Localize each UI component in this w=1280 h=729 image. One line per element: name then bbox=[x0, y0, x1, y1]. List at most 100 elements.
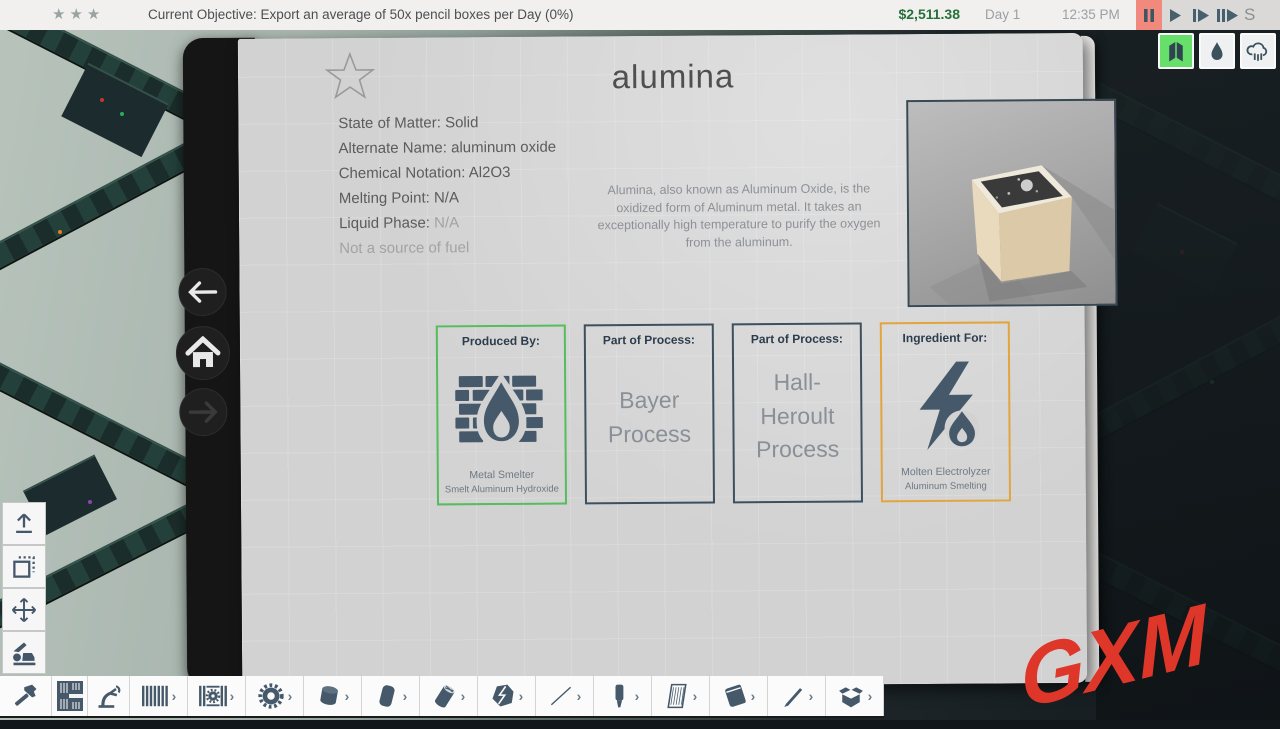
forward-button-disabled[interactable] bbox=[179, 388, 227, 436]
barrel-icon bbox=[315, 682, 343, 710]
smelter-icon-wrap bbox=[453, 348, 550, 470]
export-tool-button[interactable] bbox=[2, 502, 46, 545]
tool-barrel-button[interactable]: › bbox=[304, 676, 362, 716]
tool-block-button[interactable]: › bbox=[362, 676, 420, 716]
move-tool-button[interactable] bbox=[2, 588, 46, 631]
expander-chevron[interactable]: › bbox=[230, 688, 235, 704]
machine-name: Molten Electrolyzer bbox=[901, 466, 990, 479]
expander-chevron[interactable]: › bbox=[809, 688, 814, 704]
speed-indicator[interactable]: S bbox=[1244, 5, 1255, 25]
alumina-box-render bbox=[908, 101, 1117, 307]
tool-floor-plan-button[interactable] bbox=[52, 676, 88, 716]
forward-arrow-icon bbox=[187, 399, 219, 425]
liquid-phase: Liquid Phase: N/A bbox=[339, 211, 557, 237]
scene-shadow bbox=[1096, 30, 1280, 720]
block-icon bbox=[373, 682, 401, 710]
home-button[interactable] bbox=[176, 326, 230, 380]
fast-forward-icon bbox=[1193, 9, 1209, 22]
copy-area-icon bbox=[10, 553, 38, 581]
roller-icon bbox=[431, 682, 459, 710]
tool-hammer-button[interactable] bbox=[0, 676, 52, 716]
pause-button[interactable] bbox=[1136, 0, 1162, 30]
fast-forward-button[interactable] bbox=[1188, 0, 1214, 30]
status-light bbox=[58, 230, 62, 234]
material-description: Alumina, also known as Aluminum Oxide, i… bbox=[589, 180, 889, 252]
expander-chevron[interactable]: › bbox=[345, 688, 350, 704]
alternate-name: Alternate Name: aluminum oxide bbox=[338, 136, 556, 162]
expander-chevron[interactable]: › bbox=[635, 688, 640, 704]
expander-chevron[interactable]: › bbox=[403, 688, 408, 704]
home-icon bbox=[185, 336, 221, 370]
demolish-tool-button[interactable] bbox=[2, 631, 46, 674]
expander-chevron[interactable]: › bbox=[519, 688, 524, 704]
pencil-icon bbox=[779, 682, 807, 710]
paper-sheet-icon bbox=[663, 682, 691, 710]
build-toolbar: › › › › › › bbox=[0, 676, 884, 718]
process-name: Hall-Heroult Process bbox=[734, 345, 861, 501]
expander-chevron[interactable]: › bbox=[751, 688, 756, 704]
playback-controls: S bbox=[1136, 0, 1280, 30]
expander-chevron[interactable]: › bbox=[172, 688, 177, 704]
droplet-icon bbox=[1206, 38, 1228, 64]
rod-icon bbox=[547, 682, 575, 710]
favorite-star-icon[interactable] bbox=[324, 50, 376, 102]
tool-ore-rock-button[interactable]: › bbox=[478, 676, 536, 716]
play-button[interactable] bbox=[1162, 0, 1188, 30]
hammer-icon bbox=[12, 682, 40, 710]
book-icon bbox=[721, 682, 749, 710]
part-of-process-box-2[interactable]: Part of Process: Hall-Heroult Process bbox=[732, 322, 863, 503]
tool-roller-button[interactable]: › bbox=[420, 676, 478, 716]
expander-chevron[interactable]: › bbox=[577, 688, 582, 704]
smoke-cloud-icon bbox=[1245, 38, 1271, 64]
tool-robot-arm-button[interactable] bbox=[88, 676, 130, 716]
tool-conveyor-machine-button[interactable]: › bbox=[188, 676, 246, 716]
page-title: alumina bbox=[493, 57, 853, 98]
melting-point: Melting Point: N/A bbox=[339, 186, 557, 212]
marker-icon bbox=[605, 682, 633, 710]
molten-electrolyzer-icon bbox=[899, 359, 992, 452]
expander-chevron[interactable]: › bbox=[461, 688, 466, 704]
tool-pencil-button[interactable]: › bbox=[768, 676, 826, 716]
copy-area-tool-button[interactable] bbox=[2, 545, 46, 588]
tool-paper-sheet-button[interactable]: › bbox=[652, 676, 710, 716]
export-up-arrow-icon bbox=[10, 510, 38, 538]
box-header: Part of Process: bbox=[603, 333, 695, 348]
water-overlay-button[interactable] bbox=[1199, 33, 1235, 69]
expander-chevron[interactable]: › bbox=[288, 688, 293, 704]
top-bar: ★★★ Current Objective: Export an average… bbox=[0, 0, 1280, 30]
tool-marker-button[interactable]: › bbox=[594, 676, 652, 716]
recipe-name: Aluminum Smelting bbox=[905, 481, 987, 493]
ingredient-for-box[interactable]: Ingredient For: Molten Electrolyzer Alum… bbox=[880, 321, 1011, 502]
objective-text: Current Objective: Export an average of … bbox=[148, 7, 573, 22]
metal-smelter-icon bbox=[453, 362, 550, 455]
status-light bbox=[88, 500, 92, 504]
time-display: 12:35 PM bbox=[1062, 7, 1120, 22]
produced-by-box[interactable]: Produced By: Metal Smelter Smelt Alu bbox=[436, 325, 567, 506]
tool-gear-button[interactable]: › bbox=[246, 676, 304, 716]
tool-book-button[interactable]: › bbox=[710, 676, 768, 716]
tool-rod-button[interactable]: › bbox=[536, 676, 594, 716]
status-light bbox=[100, 98, 104, 102]
fastest-forward-button[interactable] bbox=[1214, 0, 1240, 30]
tool-conveyor-button[interactable]: › bbox=[130, 676, 188, 716]
encyclopedia-toggle-button[interactable] bbox=[1158, 33, 1194, 69]
electrolyzer-icon-wrap bbox=[899, 345, 992, 467]
expander-chevron[interactable]: › bbox=[693, 688, 698, 704]
demolish-crane-icon bbox=[9, 639, 39, 667]
fastest-forward-icon bbox=[1217, 9, 1238, 22]
expander-chevron[interactable]: › bbox=[868, 688, 873, 704]
pause-icon bbox=[1143, 9, 1155, 22]
pollution-overlay-button[interactable] bbox=[1240, 33, 1276, 69]
back-arrow-icon bbox=[186, 279, 218, 305]
star-icon: ★ bbox=[69, 6, 86, 23]
box-header: Part of Process: bbox=[751, 332, 843, 347]
ore-rock-icon bbox=[489, 682, 517, 710]
material-photo bbox=[906, 99, 1117, 307]
day-display: Day 1 bbox=[985, 7, 1020, 22]
recipe-name: Smelt Aluminum Hydroxide bbox=[445, 484, 559, 496]
robot-arm-icon bbox=[94, 682, 124, 710]
part-of-process-box-1[interactable]: Part of Process: Bayer Process bbox=[584, 324, 715, 505]
tool-open-box-button[interactable]: › bbox=[826, 676, 884, 716]
fuel-note: Not a source of fuel bbox=[339, 236, 557, 262]
back-button[interactable] bbox=[178, 268, 226, 316]
